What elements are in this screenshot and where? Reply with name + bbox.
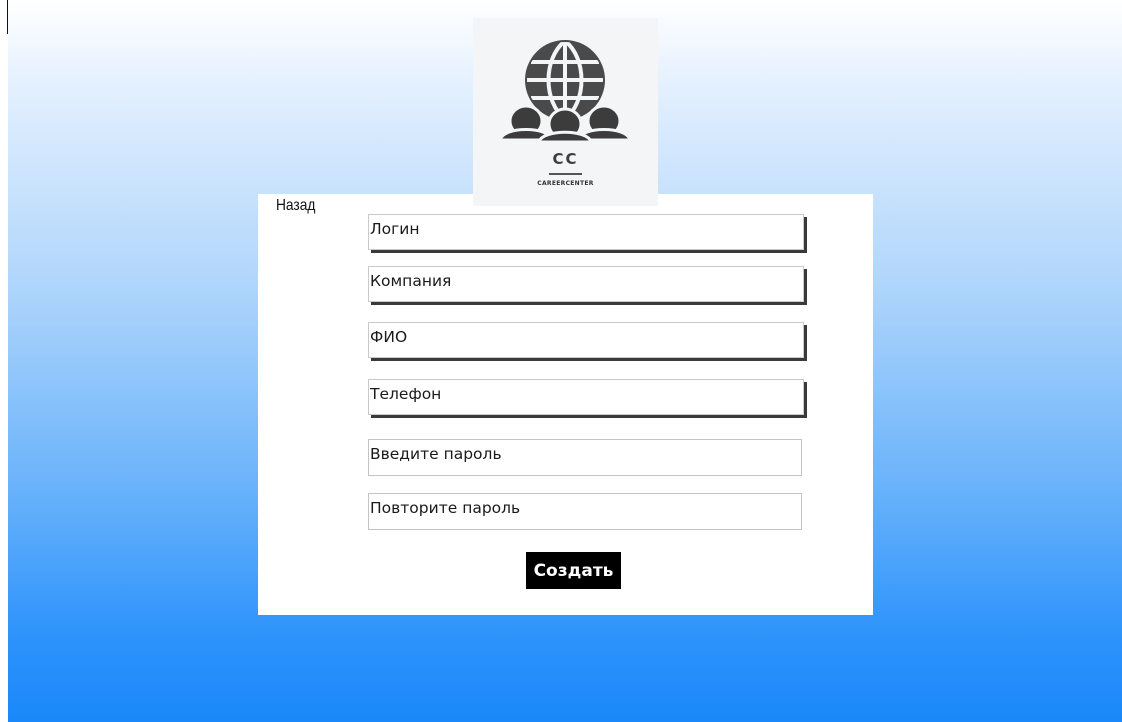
window-left-edge [0,0,8,722]
phone-field[interactable]: Телефон [368,379,804,415]
fullname-placeholder: ФИО [370,328,408,346]
fullname-field[interactable]: ФИО [368,322,804,358]
company-field[interactable]: Компания [368,266,804,302]
create-button[interactable]: Создать [526,552,621,589]
logo-name: CAREERCENTER [537,180,594,187]
company-placeholder: Компания [370,272,452,290]
login-placeholder: Логин [370,220,420,238]
password-field[interactable]: Введите пароль [368,439,802,476]
logo-divider [549,173,582,175]
repeat-password-placeholder: Повторите пароль [370,499,521,517]
career-center-logo: CC CAREERCENTER [473,18,658,206]
logo-abbreviation: CC [552,150,579,168]
password-placeholder: Введите пароль [370,445,502,463]
login-field[interactable]: Логин [368,214,804,250]
repeat-password-field[interactable]: Повторите пароль [368,493,802,530]
phone-placeholder: Телефон [370,385,442,403]
globe-with-people-icon [498,39,632,144]
back-link[interactable]: Назад [276,197,315,215]
